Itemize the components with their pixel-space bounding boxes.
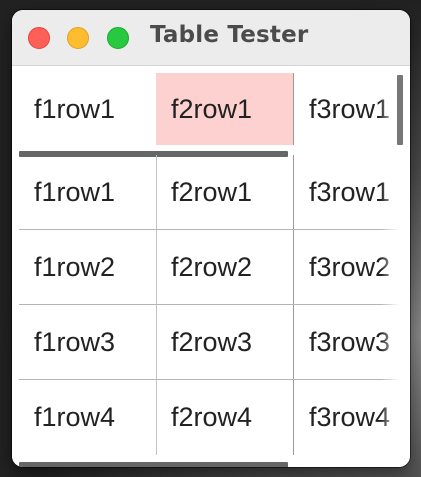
header-cell-selected[interactable]: f2row1 <box>156 73 293 145</box>
header-table: f1row1 f2row1 f3row1 <box>19 73 399 145</box>
window-title: Table Tester <box>150 22 309 48</box>
maximize-button[interactable] <box>107 27 129 49</box>
header-cell[interactable]: f1row1 <box>19 73 156 145</box>
table-cell[interactable]: f2row3 <box>156 305 293 380</box>
table-cell[interactable]: f1row4 <box>19 380 156 455</box>
overflow-fade <box>381 155 399 455</box>
column-divider <box>156 155 157 455</box>
table-horizontal-scrollbar[interactable] <box>19 462 288 467</box>
minimize-button[interactable] <box>67 27 89 49</box>
close-button[interactable] <box>28 27 50 49</box>
window-content: f1row1 f2row1 f3row1 f1row1 f2row1 f3row… <box>12 67 410 467</box>
table-cell[interactable]: f2row4 <box>156 380 293 455</box>
column-divider <box>293 155 294 455</box>
app-window: Table Tester f1row1 f2row1 f3row1 f1row1… <box>12 10 410 467</box>
table-cell[interactable]: f2row1 <box>156 155 293 230</box>
table-cell[interactable]: f1row2 <box>19 230 156 305</box>
header-vertical-scrollbar[interactable] <box>397 75 403 145</box>
row-divider <box>19 229 399 230</box>
table-cell[interactable]: f1row1 <box>19 155 156 230</box>
row-divider <box>19 379 399 380</box>
table-cell[interactable]: f2row2 <box>156 230 293 305</box>
table-cell[interactable]: f1row3 <box>19 305 156 380</box>
overflow-fade <box>379 73 399 145</box>
row-divider <box>19 304 399 305</box>
title-bar[interactable]: Table Tester <box>12 10 410 66</box>
data-table: f1row1 f2row1 f3row1 f1row2 f2row2 f3row… <box>19 155 399 455</box>
